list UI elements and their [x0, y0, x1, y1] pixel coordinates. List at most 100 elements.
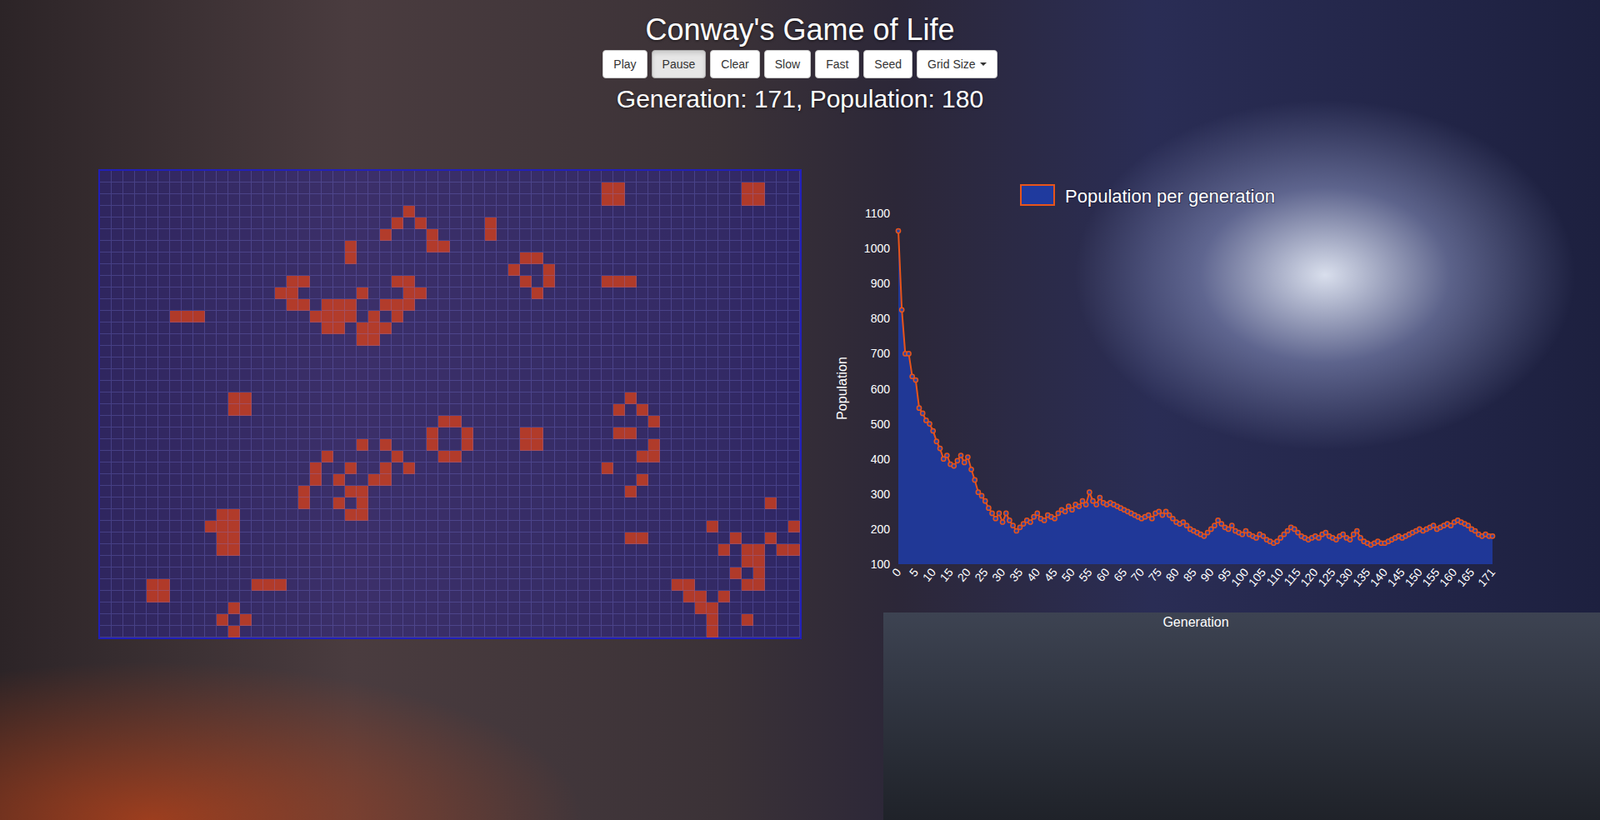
- grid-cell[interactable]: [333, 532, 345, 545]
- grid-cell[interactable]: [496, 299, 509, 311]
- grid-cell[interactable]: [298, 299, 310, 311]
- grid-cell[interactable]: [648, 497, 660, 510]
- grid-cell[interactable]: [263, 415, 275, 428]
- grid-cell[interactable]: [263, 310, 275, 323]
- grid-cell[interactable]: [228, 334, 240, 346]
- grid-cell[interactable]: [520, 334, 532, 346]
- grid-cell[interactable]: [123, 252, 135, 265]
- grid-cell[interactable]: [240, 404, 252, 416]
- grid-cell[interactable]: [706, 485, 719, 498]
- grid-cell[interactable]: [578, 299, 590, 311]
- grid-cell[interactable]: [613, 240, 625, 253]
- grid-cell[interactable]: [765, 287, 777, 300]
- grid-cell[interactable]: [146, 497, 159, 510]
- grid-cell[interactable]: [461, 170, 474, 183]
- grid-cell[interactable]: [473, 205, 485, 218]
- grid-cell[interactable]: [251, 497, 264, 510]
- grid-cell[interactable]: [636, 334, 649, 346]
- grid-cell[interactable]: [601, 520, 614, 533]
- grid-cell[interactable]: [135, 544, 147, 556]
- grid-cell[interactable]: [415, 170, 427, 183]
- grid-cell[interactable]: [765, 240, 777, 253]
- grid-cell[interactable]: [403, 427, 415, 440]
- grid-cell[interactable]: [146, 404, 159, 416]
- grid-cell[interactable]: [391, 170, 404, 183]
- grid-cell[interactable]: [578, 509, 590, 521]
- grid-cell[interactable]: [788, 252, 800, 265]
- grid-cell[interactable]: [263, 369, 275, 381]
- grid-cell[interactable]: [146, 264, 159, 276]
- grid-cell[interactable]: [286, 182, 299, 195]
- grid-cell[interactable]: [135, 264, 147, 276]
- grid-cell[interactable]: [741, 287, 754, 300]
- grid-cell[interactable]: [660, 380, 672, 393]
- grid-cell[interactable]: [333, 287, 345, 300]
- grid-cell[interactable]: [298, 415, 310, 428]
- grid-cell[interactable]: [426, 299, 439, 311]
- grid-cell[interactable]: [706, 544, 719, 556]
- grid-cell[interactable]: [333, 439, 345, 451]
- grid-cell[interactable]: [216, 509, 229, 521]
- grid-cell[interactable]: [100, 544, 112, 556]
- grid-cell[interactable]: [228, 229, 240, 241]
- grid-cell[interactable]: [695, 462, 707, 475]
- grid-cell[interactable]: [181, 404, 194, 416]
- grid-cell[interactable]: [730, 544, 742, 556]
- grid-cell[interactable]: [100, 532, 112, 545]
- grid-cell[interactable]: [146, 474, 159, 486]
- grid-cell[interactable]: [193, 240, 205, 253]
- grid-cell[interactable]: [228, 345, 240, 358]
- grid-cell[interactable]: [251, 229, 264, 241]
- grid-cell[interactable]: [765, 427, 777, 440]
- grid-cell[interactable]: [310, 322, 322, 335]
- grid-cell[interactable]: [450, 275, 462, 288]
- grid-cell[interactable]: [555, 194, 567, 206]
- grid-cell[interactable]: [100, 275, 112, 288]
- grid-cell[interactable]: [321, 240, 334, 253]
- grid-cell[interactable]: [403, 415, 415, 428]
- grid-cell[interactable]: [158, 369, 170, 381]
- grid-cell[interactable]: [450, 544, 462, 556]
- grid-cell[interactable]: [391, 264, 404, 276]
- grid-cell[interactable]: [555, 170, 567, 183]
- grid-cell[interactable]: [415, 194, 427, 206]
- grid-cell[interactable]: [380, 217, 392, 230]
- grid-cell[interactable]: [286, 404, 299, 416]
- grid-cell[interactable]: [753, 194, 765, 206]
- grid-cell[interactable]: [531, 415, 544, 428]
- grid-cell[interactable]: [170, 252, 182, 265]
- grid-cell[interactable]: [706, 509, 719, 521]
- grid-cell[interactable]: [275, 217, 287, 230]
- grid-cell[interactable]: [450, 532, 462, 545]
- grid-cell[interactable]: [450, 182, 462, 195]
- grid-cell[interactable]: [683, 509, 695, 521]
- grid-cell[interactable]: [123, 299, 135, 311]
- grid-cell[interactable]: [146, 357, 159, 370]
- grid-cell[interactable]: [345, 322, 357, 335]
- grid-cell[interactable]: [321, 415, 334, 428]
- grid-cell[interactable]: [590, 240, 602, 253]
- grid-cell[interactable]: [263, 299, 275, 311]
- grid-cell[interactable]: [776, 217, 789, 230]
- grid-cell[interactable]: [368, 275, 380, 288]
- grid-cell[interactable]: [671, 299, 684, 311]
- grid-cell[interactable]: [216, 462, 229, 475]
- grid-cell[interactable]: [216, 485, 229, 498]
- grid-cell[interactable]: [345, 299, 357, 311]
- grid-cell[interactable]: [228, 322, 240, 335]
- grid-cell[interactable]: [473, 485, 485, 498]
- life-grid[interactable]: [98, 169, 802, 640]
- grid-cell[interactable]: [146, 217, 159, 230]
- grid-cell[interactable]: [566, 392, 579, 405]
- grid-cell[interactable]: [636, 229, 649, 241]
- grid-cell[interactable]: [228, 357, 240, 370]
- grid-cell[interactable]: [345, 497, 357, 510]
- grid-cell[interactable]: [275, 380, 287, 393]
- grid-cell[interactable]: [601, 252, 614, 265]
- grid-cell[interactable]: [496, 182, 509, 195]
- grid-cell[interactable]: [706, 287, 719, 300]
- grid-cell[interactable]: [543, 357, 555, 370]
- grid-cell[interactable]: [146, 544, 159, 556]
- grid-cell[interactable]: [298, 485, 310, 498]
- grid-cell[interactable]: [590, 427, 602, 440]
